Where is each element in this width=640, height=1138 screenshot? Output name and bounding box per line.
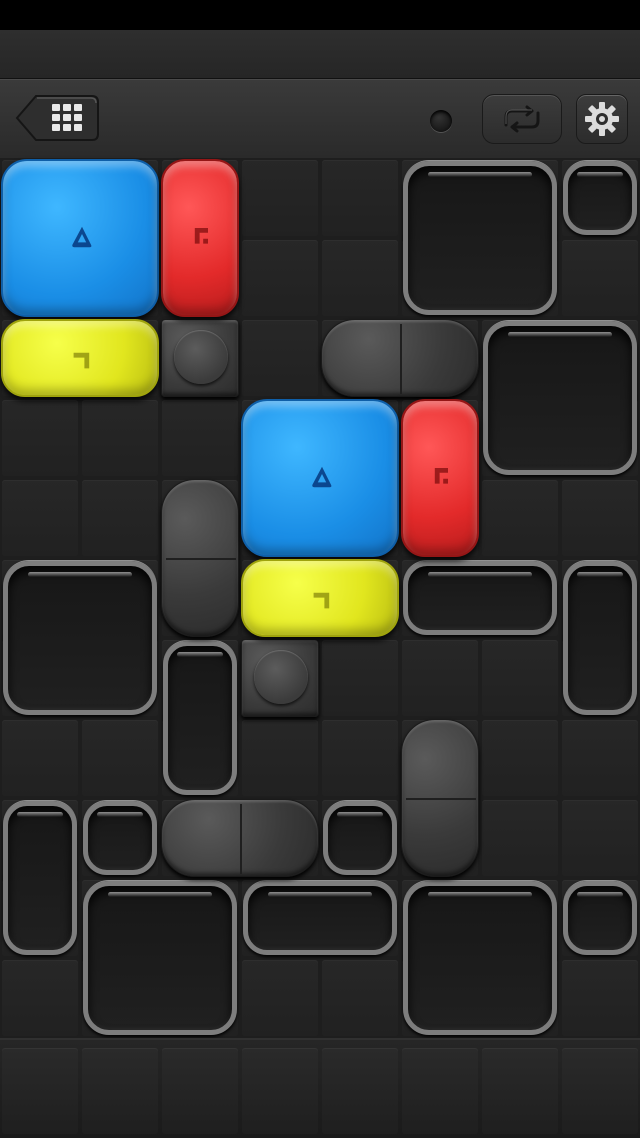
board-cell	[482, 720, 558, 796]
board-cell	[322, 960, 398, 1036]
grid-menu-icon	[15, 95, 99, 141]
stone-seam	[166, 558, 236, 560]
target-slot	[563, 881, 637, 955]
board-cell	[562, 240, 638, 316]
tray-cell	[162, 1048, 238, 1134]
yellow-jelly-block[interactable]	[241, 559, 399, 637]
tray-cell	[562, 1048, 638, 1134]
board-cell	[482, 640, 558, 716]
stone-seam	[240, 804, 242, 874]
board-cell	[402, 640, 478, 716]
board-cell	[2, 400, 78, 476]
board-cell	[242, 720, 318, 796]
board-cell	[562, 800, 638, 876]
yellow-jelly-block[interactable]	[1, 319, 159, 397]
target-slot	[403, 561, 557, 635]
board-cell	[322, 640, 398, 716]
target-slot	[563, 561, 637, 715]
board-cell	[242, 240, 318, 316]
tray-cell	[82, 1048, 158, 1134]
target-slot	[403, 881, 557, 1035]
target-slot	[3, 561, 157, 715]
hook-symbol-icon	[313, 592, 330, 609]
board-cell	[162, 400, 238, 476]
triangle-symbol-icon	[72, 226, 92, 248]
status-bar	[0, 0, 640, 30]
board-cell	[242, 160, 318, 236]
board-cell	[242, 960, 318, 1036]
target-slot	[3, 801, 77, 955]
repeat-icon	[504, 105, 540, 133]
stone-block	[321, 319, 479, 397]
stone-seam	[400, 324, 402, 394]
stone-knob	[254, 650, 308, 704]
tray-cell	[242, 1048, 318, 1134]
toolbar	[0, 79, 640, 160]
stone-seam	[406, 798, 476, 800]
triangle-symbol-icon	[312, 466, 332, 488]
target-slot	[83, 801, 157, 875]
stone-block	[401, 719, 479, 877]
board-cell	[562, 720, 638, 796]
red-jelly-block[interactable]	[161, 159, 239, 317]
corner-symbol-icon	[194, 228, 208, 244]
settings-button[interactable]	[576, 94, 628, 144]
tray-cell	[2, 1048, 78, 1134]
bottom-tray	[0, 1038, 640, 1138]
board-cell	[482, 800, 558, 876]
board-cell	[82, 480, 158, 556]
level-menu-button[interactable]	[14, 94, 100, 142]
target-slot	[563, 161, 637, 235]
board-cell	[82, 720, 158, 796]
board-cell	[242, 320, 318, 396]
board-cell	[322, 720, 398, 796]
board-cell	[482, 480, 558, 556]
hook-symbol-icon	[73, 352, 90, 369]
board-cell	[82, 400, 158, 476]
stone-block	[161, 799, 319, 877]
stone-block	[161, 479, 239, 637]
stone-block	[241, 639, 319, 717]
game-screen	[0, 0, 640, 1138]
corner-symbol-icon	[434, 468, 448, 484]
target-slot	[323, 801, 397, 875]
target-slot	[163, 641, 237, 795]
tray-cell	[482, 1048, 558, 1134]
puzzle-board	[0, 158, 640, 1038]
restart-button[interactable]	[482, 94, 562, 144]
tray-cell	[402, 1048, 478, 1134]
stone-knob	[174, 330, 228, 384]
board-cell	[2, 480, 78, 556]
tray-cell	[322, 1048, 398, 1134]
target-slot	[243, 881, 397, 955]
red-jelly-block[interactable]	[401, 399, 479, 557]
target-slot	[403, 161, 557, 315]
board-cell	[322, 240, 398, 316]
board-cell	[322, 160, 398, 236]
board-cell	[562, 960, 638, 1036]
blue-jelly-block[interactable]	[1, 159, 159, 317]
gear-icon	[585, 102, 619, 136]
top-strip	[0, 30, 640, 79]
target-slot	[83, 881, 237, 1035]
board-cell	[562, 480, 638, 556]
board-cell	[2, 960, 78, 1036]
blue-jelly-block[interactable]	[241, 399, 399, 557]
progress-indicator-dot	[430, 110, 452, 132]
stone-block	[161, 319, 239, 397]
board-cell	[2, 720, 78, 796]
target-slot	[483, 321, 637, 475]
